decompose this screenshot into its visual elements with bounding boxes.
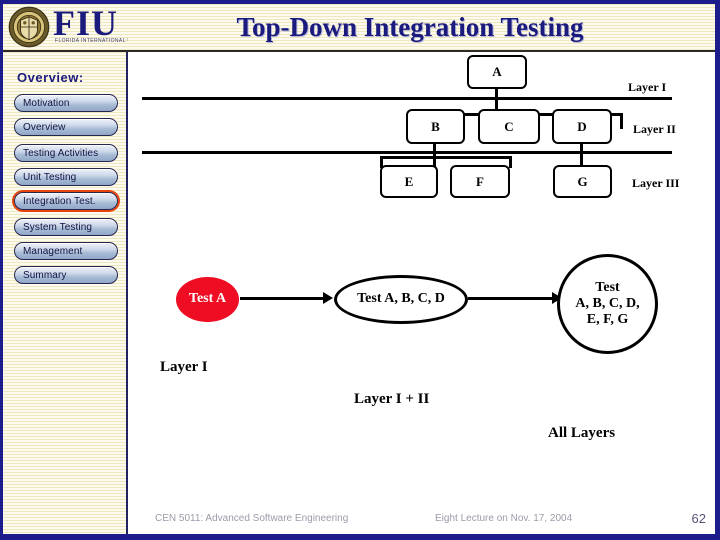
- layer-label-ii: Layer II: [633, 122, 676, 136]
- edge-bus-ef: [380, 156, 512, 159]
- edge-to-f: [509, 156, 512, 168]
- footer-course: CEN 5011: Advanced Software Engineering: [155, 513, 349, 524]
- layer-label-iii: Layer III: [632, 176, 680, 190]
- sidebar-item-label: System Testing: [23, 221, 93, 233]
- university-seal-icon: [8, 6, 50, 48]
- sidebar-item-label: Unit Testing: [23, 171, 77, 183]
- sidebar-heading: Overview:: [17, 70, 84, 85]
- sidebar-item-label: Summary: [23, 269, 67, 281]
- test-stage-label: Test A, B, C, D: [357, 291, 445, 307]
- frame-left-border: [0, 0, 3, 540]
- fiu-logo: FIU FLORIDA INTERNATIONAL UNIVERSITY: [3, 4, 128, 50]
- tree-node-label: B: [431, 118, 440, 134]
- test-stage-line-2: A, B, C, D,: [575, 295, 640, 311]
- arrow-1-head: [323, 292, 333, 304]
- sidebar-item-motivation[interactable]: Motivation: [14, 94, 118, 112]
- tree-node-label: F: [476, 173, 484, 189]
- footer-lecture: Eight Lecture on Nov. 17, 2004: [435, 513, 573, 524]
- tree-node-d: D: [552, 109, 612, 144]
- slide-title: Top-Down Integration Testing: [236, 11, 584, 42]
- caption-layer-i-ii: Layer I + II: [354, 391, 430, 407]
- test-stage-label: Test A: [188, 291, 227, 307]
- caption-all-layers: All Layers: [548, 425, 616, 441]
- tree-node-b: B: [406, 109, 465, 144]
- frame-right-border: [715, 0, 720, 540]
- test-stage-2: Test A, B, C, D: [334, 275, 468, 324]
- test-stage-line-1: Test: [595, 279, 620, 295]
- page-number: 62: [691, 511, 706, 526]
- layer-label-i: Layer I: [628, 80, 667, 94]
- test-stage-3: Test A, B, C, D, E, F, G: [557, 254, 658, 354]
- sidebar-divider: [126, 52, 128, 536]
- slide-canvas: FIU FLORIDA INTERNATIONAL UNIVERSITY Top…: [0, 0, 720, 540]
- test-stage-1: Test A: [176, 277, 239, 322]
- tree-node-e: E: [380, 165, 438, 198]
- tree-node-label: A: [492, 64, 502, 79]
- tree-node-label: E: [404, 173, 414, 189]
- edge-to-d: [620, 113, 623, 129]
- arrow-2-line: [468, 297, 554, 300]
- arrow-1-line: [240, 297, 324, 300]
- sidebar-item-unit-testing[interactable]: Unit Testing: [14, 168, 118, 186]
- sidebar-item-label: Overview: [23, 121, 66, 133]
- test-stage-line-3: E, F, G: [586, 312, 629, 328]
- caption-layer-i: Layer I: [160, 359, 208, 375]
- sidebar-item-system-testing[interactable]: System Testing: [14, 218, 118, 236]
- sidebar-item-management[interactable]: Management: [14, 242, 118, 260]
- tree-node-f: F: [450, 165, 510, 198]
- sidebar-item-label: Management: [23, 245, 83, 257]
- frame-top-border: [0, 0, 720, 4]
- fiu-subtitle: FLORIDA INTERNATIONAL UNIVERSITY: [55, 37, 128, 45]
- sidebar-item-label: Integration Test.: [23, 195, 96, 207]
- sidebar-nav-list: Motivation Overview Testing Activities U…: [3, 94, 127, 290]
- sidebar-item-overview[interactable]: Overview: [14, 118, 118, 136]
- sidebar-item-label: Testing Activities: [23, 147, 99, 159]
- sidebar-item-label: Motivation: [23, 97, 70, 109]
- sidebar-item-testing-activities[interactable]: Testing Activities: [14, 144, 118, 162]
- layer-rule-i: [142, 97, 672, 100]
- tree-node-g: G: [553, 165, 612, 198]
- tree-node-c: C: [478, 109, 540, 144]
- frame-bottom-border: [0, 534, 720, 540]
- tree-node-a: A: [467, 55, 527, 89]
- tree-node-label: D: [577, 118, 587, 134]
- tree-node-label: G: [577, 173, 588, 189]
- sidebar-item-integration-test[interactable]: Integration Test.: [14, 192, 118, 210]
- tree-node-label: C: [504, 118, 514, 134]
- layer-rule-ii: [142, 151, 672, 154]
- sidebar-item-summary[interactable]: Summary: [14, 266, 118, 284]
- slide-content: A Layer I B C D Layer II E F G Layer III…: [128, 52, 715, 536]
- sidebar: Overview: Motivation Overview Testing Ac…: [3, 52, 127, 536]
